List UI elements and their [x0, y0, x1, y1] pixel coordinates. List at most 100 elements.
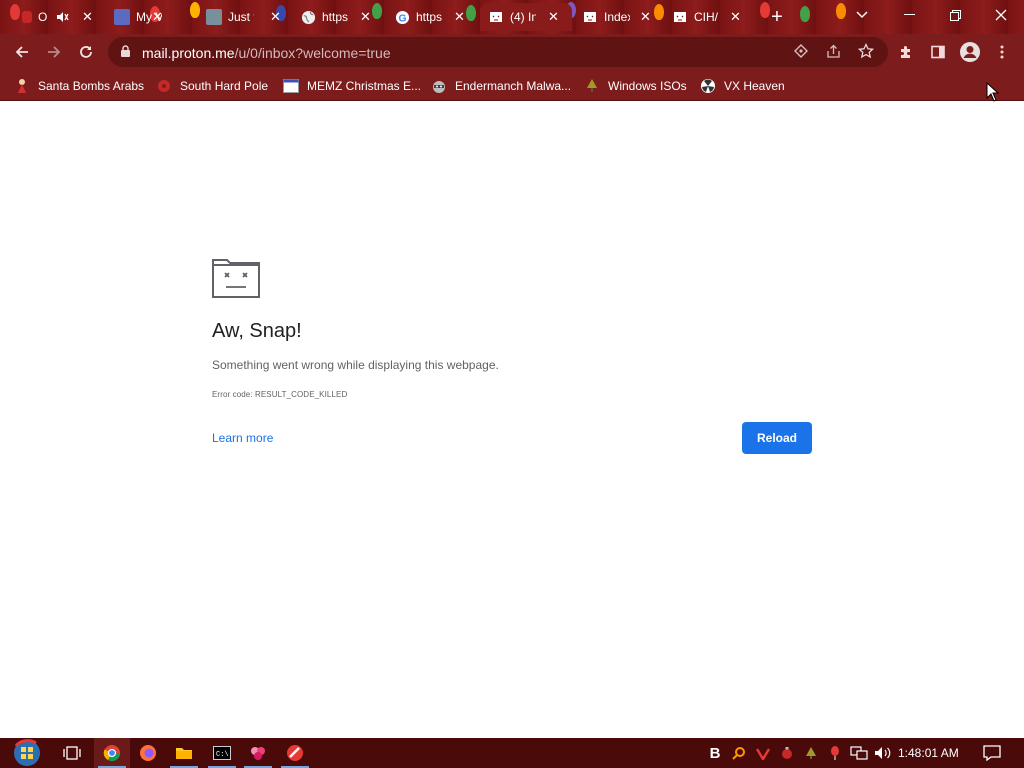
- browser-tab[interactable]: My V ✕: [114, 3, 196, 31]
- url-text[interactable]: mail.proton.me/u/0/inbox?welcome=true: [142, 45, 391, 61]
- tab-title: O: [38, 10, 48, 24]
- tab-search-icon[interactable]: [840, 0, 884, 30]
- bookmark-item[interactable]: Santa Bombs Arabs: [14, 76, 144, 96]
- app-taskbar-icon[interactable]: [277, 738, 313, 768]
- sad-page-icon: [582, 9, 598, 25]
- window-icon: [283, 78, 299, 94]
- tab-title: CIH/: [694, 10, 718, 24]
- start-button[interactable]: [6, 738, 48, 768]
- tray-ornament-icon[interactable]: [778, 744, 796, 762]
- google-icon: G: [394, 9, 410, 25]
- firefox-taskbar-icon[interactable]: [130, 738, 166, 768]
- sad-page-icon: [672, 9, 688, 25]
- bookmark-item[interactable]: Endermanch Malwa...: [431, 76, 571, 96]
- network-icon[interactable]: [850, 744, 868, 762]
- light-decoration: [10, 4, 20, 20]
- close-tab-icon[interactable]: ✕: [152, 9, 163, 25]
- file-explorer-icon[interactable]: [166, 738, 202, 768]
- sad-tab-icon: [212, 256, 260, 303]
- svg-text:C:\: C:\: [216, 751, 229, 759]
- tray-balloon-icon[interactable]: [826, 744, 844, 762]
- tab-title: Index: [604, 10, 630, 24]
- notification-icon[interactable]: [982, 744, 1002, 762]
- tab-title: https:: [416, 10, 442, 24]
- browser-tab[interactable]: O ✕: [22, 3, 100, 31]
- close-tab-icon[interactable]: ✕: [730, 9, 741, 25]
- svg-text:G: G: [398, 13, 406, 24]
- raccoon-icon: [431, 78, 447, 94]
- menu-kebab-icon[interactable]: [988, 38, 1016, 66]
- volume-icon[interactable]: [874, 744, 892, 762]
- taskbar-clock[interactable]: 1:48:01 AM: [898, 746, 959, 760]
- tray-tree-icon[interactable]: [802, 744, 820, 762]
- radiation-icon: [700, 78, 716, 94]
- favicon-icon: [22, 11, 32, 23]
- address-bar[interactable]: mail.proton.me/u/0/inbox?welcome=true: [108, 37, 888, 67]
- profile-avatar-icon[interactable]: [956, 38, 984, 66]
- command-prompt-icon[interactable]: C:\: [204, 738, 240, 768]
- tab-title: Just f: [228, 10, 254, 24]
- url-host: mail.proton.me: [142, 45, 235, 61]
- bookmark-item[interactable]: South Hard Pole: [156, 76, 268, 96]
- bookmark-label: Endermanch Malwa...: [455, 79, 572, 93]
- extensions-icon[interactable]: [892, 38, 920, 66]
- restore-button[interactable]: [932, 0, 978, 30]
- tray-antivirus-icon[interactable]: [754, 744, 772, 762]
- forward-button[interactable]: [40, 38, 68, 66]
- bookmark-item[interactable]: VX Heaven: [700, 76, 785, 96]
- reload-browser-button[interactable]: [72, 38, 100, 66]
- url-path: /u/0/inbox?welcome=true: [234, 45, 391, 61]
- error-message: Something went wrong while displaying th…: [212, 358, 499, 372]
- error-code: Error code: RESULT_CODE_KILLED: [212, 390, 348, 399]
- share-icon[interactable]: [826, 44, 841, 64]
- bookmark-label: South Hard Pole: [180, 79, 269, 93]
- browser-tab[interactable]: https: ✕: [300, 3, 382, 31]
- browser-tab[interactable]: Just f ✕: [206, 3, 288, 31]
- task-view-icon[interactable]: [54, 738, 90, 768]
- browser-toolbar: mail.proton.me/u/0/inbox?welcome=true: [0, 34, 1024, 70]
- learn-more-link[interactable]: Learn more: [212, 431, 273, 445]
- chrome-taskbar-icon[interactable]: [94, 738, 130, 768]
- bookmark-item[interactable]: MEMZ Christmas E...: [283, 76, 421, 96]
- bookmark-star-icon[interactable]: [857, 42, 875, 64]
- tray-app-icon[interactable]: B: [706, 744, 724, 762]
- browser-tab[interactable]: G https: ✕: [394, 3, 476, 31]
- globe-icon: [300, 9, 316, 25]
- lens-icon[interactable]: [794, 44, 808, 63]
- side-panel-icon[interactable]: [924, 38, 952, 66]
- sad-page-icon: [488, 9, 504, 25]
- bookmark-label: MEMZ Christmas E...: [307, 79, 422, 93]
- app-taskbar-icon[interactable]: [240, 738, 276, 768]
- bookmarks-bar: Santa Bombs Arabs South Hard Pole MEMZ C…: [0, 70, 1024, 101]
- browser-tab[interactable]: Index ✕: [582, 3, 664, 31]
- mouse-cursor-icon: [986, 81, 1000, 107]
- error-title: Aw, Snap!: [212, 320, 302, 342]
- browser-tab-active[interactable]: (4) In ✕: [480, 3, 572, 31]
- bookmark-item[interactable]: Windows ISOs: [584, 76, 687, 96]
- close-tab-icon[interactable]: ✕: [82, 9, 93, 25]
- browser-tab[interactable]: CIH/ ✕: [672, 3, 754, 31]
- lock-icon[interactable]: [120, 45, 131, 63]
- bookmark-label: VX Heaven: [724, 79, 785, 93]
- mute-icon[interactable]: [54, 9, 70, 25]
- reload-button[interactable]: Reload: [742, 422, 812, 454]
- close-tab-icon[interactable]: ✕: [360, 9, 371, 25]
- close-tab-icon[interactable]: ✕: [454, 9, 465, 25]
- close-tab-icon[interactable]: ✕: [548, 9, 559, 25]
- tray-search-icon[interactable]: [730, 744, 748, 762]
- favicon-icon: [206, 9, 222, 25]
- new-tab-button[interactable]: +: [766, 3, 788, 31]
- close-window-button[interactable]: [978, 0, 1024, 30]
- tab-strip: O ✕ My V ✕ Just f ✕ https: ✕ G https: ✕ …: [0, 0, 1024, 34]
- flower-icon: [156, 78, 172, 94]
- back-button[interactable]: [8, 38, 36, 66]
- bookmark-label: Windows ISOs: [608, 79, 687, 93]
- tab-title: (4) In: [510, 10, 536, 24]
- bookmark-label: Santa Bombs Arabs: [38, 79, 145, 93]
- light-decoration: [800, 6, 810, 22]
- tree-icon: [584, 78, 600, 94]
- close-tab-icon[interactable]: ✕: [270, 9, 281, 25]
- close-tab-icon[interactable]: ✕: [640, 9, 651, 25]
- santa-icon: [14, 78, 30, 94]
- minimize-button[interactable]: [886, 0, 932, 30]
